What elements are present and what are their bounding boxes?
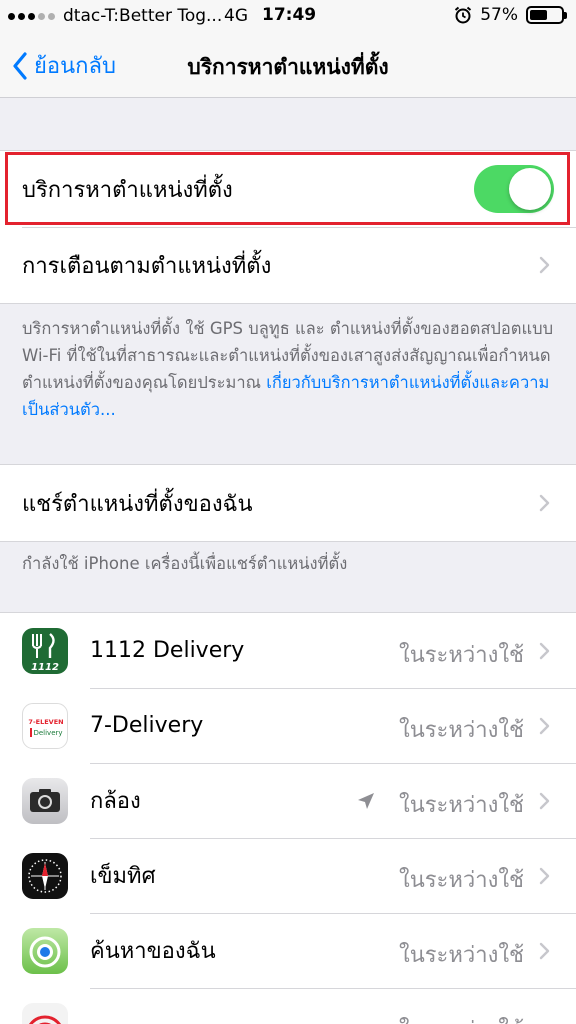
- svg-text:1112: 1112: [31, 662, 59, 673]
- location-alerts-row[interactable]: การเตือนตามตำแหน่งที่ตั้ง: [0, 227, 576, 303]
- chevron-right-icon: [539, 942, 550, 959]
- highlight-frame: [5, 152, 570, 225]
- signal-strength-icon: [8, 12, 55, 20]
- 1112-delivery-app-icon: 1112: [22, 627, 68, 674]
- app-location-status: ในระหว่างใช้: [398, 792, 524, 818]
- chevron-right-icon: [539, 717, 550, 734]
- chevron-right-icon: [539, 256, 550, 274]
- carrier-name: dtac-T:Better Tog...: [63, 6, 223, 26]
- battery-percent: 57%: [480, 5, 518, 25]
- app-row-find-my[interactable]: ค้นหาของฉัน ในระหว่างใช้: [0, 913, 576, 988]
- app-location-status: ในระหว่างใช้: [398, 867, 524, 893]
- location-arrow-icon: [358, 792, 374, 809]
- svg-text:Delivery: Delivery: [33, 729, 62, 737]
- find-my-app-icon: [22, 927, 68, 974]
- app-location-status: ในระหว่างใช้: [399, 1012, 524, 1024]
- location-services-footnote: บริการหาตำแหน่งที่ตั้ง ใช้ GPS บลูทูธ แล…: [22, 315, 558, 423]
- page-title: บริการหาตำแหน่งที่ตั้ง: [187, 55, 389, 79]
- compass-app-icon: [22, 852, 68, 899]
- alarm-clock-icon: [455, 6, 472, 24]
- svg-text:7-ELEVEN: 7-ELEVEN: [28, 718, 63, 726]
- chevron-right-icon: [539, 792, 550, 809]
- app-location-status: ในระหว่างใช้: [398, 942, 524, 968]
- status-bar: dtac-T:Better Tog... 4G 17:49 57%: [0, 0, 576, 34]
- app-row-1112-delivery[interactable]: 1112 1112 Delivery ในระหว่างใช้: [0, 613, 576, 688]
- location-alerts-label: การเตือนตามตำแหน่งที่ตั้ง: [22, 253, 272, 279]
- share-location-row[interactable]: แชร์ตำแหน่งที่ตั้งของฉัน: [0, 465, 576, 541]
- camera-app-icon: [22, 777, 68, 824]
- app-row-partial[interactable]: ในระหว่างใช้: [0, 988, 576, 1024]
- 7-delivery-app-icon: 7-ELEVEN Delivery: [22, 702, 68, 749]
- clock: 17:49: [262, 5, 317, 25]
- navigation-bar: ย้อนกลับ บริการหาตำแหน่งที่ตั้ง: [0, 34, 576, 98]
- chevron-right-icon: [539, 494, 550, 512]
- app-row-compass[interactable]: เข็มทิศ ในระหว่างใช้: [0, 838, 576, 913]
- chevron-right-icon: [539, 642, 550, 659]
- battery-icon: [526, 6, 567, 24]
- app-row-camera[interactable]: กล้อง ในระหว่างใช้: [0, 763, 576, 838]
- app-list: 1112 1112 Delivery ในระหว่างใช้ 7-ELEVEN…: [0, 612, 576, 1024]
- app-location-status: ในระหว่างใช้: [398, 717, 524, 743]
- share-location-group: แชร์ตำแหน่งที่ตั้งของฉัน: [0, 464, 576, 542]
- app-location-status: ในระหว่างใช้: [398, 642, 524, 668]
- partial-app-icon: [22, 1002, 68, 1024]
- carrier-info: dtac-T:Better Tog...: [8, 6, 222, 26]
- share-location-footnote: กำลังใช้ iPhone เครื่องนี้เพื่อแชร์ตำแหน…: [22, 554, 348, 573]
- share-location-label: แชร์ตำแหน่งที่ตั้งของฉัน: [22, 491, 253, 517]
- network-type: 4G: [224, 6, 248, 26]
- chevron-right-icon: [539, 867, 550, 884]
- app-row-7-delivery[interactable]: 7-ELEVEN Delivery 7-Delivery ในระหว่างใช…: [0, 688, 576, 763]
- status-right: 57%: [454, 5, 567, 25]
